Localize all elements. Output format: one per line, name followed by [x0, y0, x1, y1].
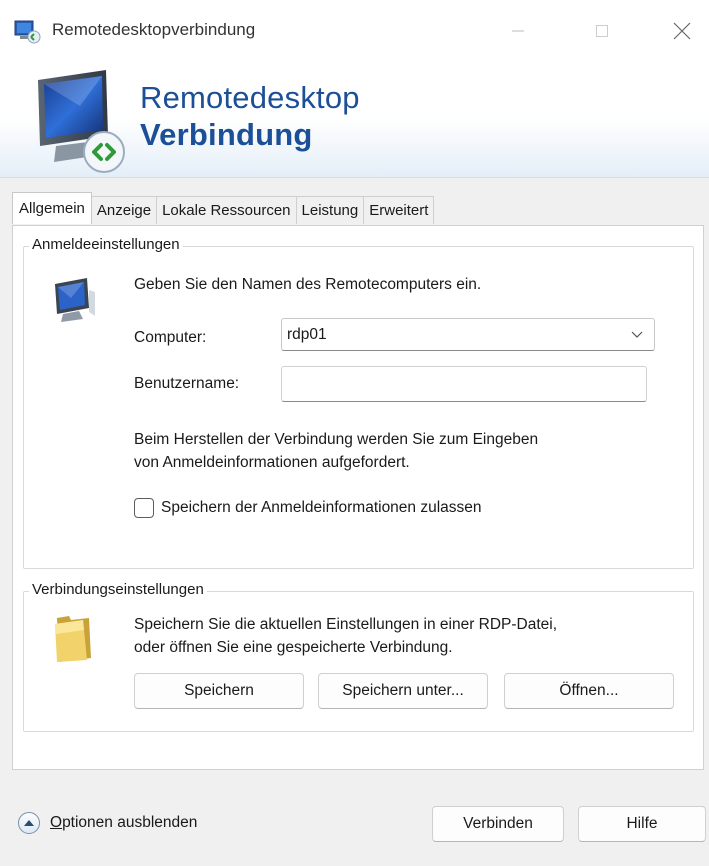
computer-monitor-icon	[55, 278, 95, 322]
save-credentials-checkbox[interactable]	[134, 498, 154, 518]
save-button[interactable]: Speichern	[134, 673, 304, 709]
username-field[interactable]	[281, 366, 647, 402]
tab-bar: Allgemein Anzeige Lokale Ressourcen Leis…	[12, 192, 435, 224]
computer-combobox[interactable]: rdp01	[281, 318, 655, 351]
header-banner: Remotedesktop Verbindung	[0, 58, 709, 178]
remote-desktop-icon	[14, 20, 41, 44]
remote-desktop-monitor-icon	[38, 70, 125, 173]
computer-value: rdp01	[287, 326, 327, 343]
connection-text-line1: Speichern Sie die aktuellen Einstellunge…	[134, 616, 558, 633]
tab-leistung[interactable]: Leistung	[295, 196, 365, 224]
logon-settings-group	[23, 246, 694, 569]
title-bar: Remotedesktopverbindung	[0, 0, 709, 58]
credentials-info-line2: von Anmeldeinformationen aufgefordert.	[134, 454, 410, 471]
connection-settings-legend: Verbindungseinstellungen	[29, 581, 207, 598]
logon-settings-legend: Anmeldeeinstellungen	[29, 236, 183, 253]
connect-button[interactable]: Verbinden	[432, 806, 564, 842]
username-label: Benutzername:	[134, 375, 240, 392]
connection-settings-group	[23, 591, 694, 732]
minimize-icon[interactable]	[500, 16, 536, 46]
folder-icon	[55, 616, 91, 662]
help-button[interactable]: Hilfe	[578, 806, 706, 842]
save-as-button[interactable]: Speichern unter...	[318, 673, 488, 709]
chevron-up-icon[interactable]	[18, 812, 40, 834]
logon-hint-text: Geben Sie den Namen des Remotecomputers …	[134, 276, 482, 293]
banner-title-line1: Remotedesktop	[140, 80, 360, 115]
banner-title-line2: Verbindung	[140, 117, 313, 152]
window-title: Remotedesktopverbindung	[52, 20, 256, 39]
computer-label: Computer:	[134, 329, 207, 346]
open-button[interactable]: Öffnen...	[504, 673, 674, 709]
hide-options-toggle[interactable]: Optionen ausblenden	[18, 812, 197, 834]
connection-text-line2: oder öffnen Sie eine gespeicherte Verbin…	[134, 639, 453, 656]
tab-erweitert[interactable]: Erweitert	[363, 196, 435, 224]
tab-anzeige[interactable]: Anzeige	[90, 196, 158, 224]
hide-options-label[interactable]: Optionen ausblenden	[50, 814, 197, 832]
save-credentials-label[interactable]: Speichern der Anmeldeinformationen zulas…	[161, 499, 482, 517]
tab-panel-allgemein: Anmeldeeinstellungen Geben Sie den Namen…	[12, 225, 704, 770]
chevron-down-icon[interactable]	[630, 327, 644, 341]
credentials-info-line1: Beim Herstellen der Verbindung werden Si…	[134, 431, 539, 448]
tab-allgemein[interactable]: Allgemein	[12, 192, 92, 224]
maximize-icon[interactable]	[584, 16, 620, 46]
close-icon[interactable]	[664, 16, 700, 46]
tab-lokale-ressourcen[interactable]: Lokale Ressourcen	[156, 196, 297, 224]
